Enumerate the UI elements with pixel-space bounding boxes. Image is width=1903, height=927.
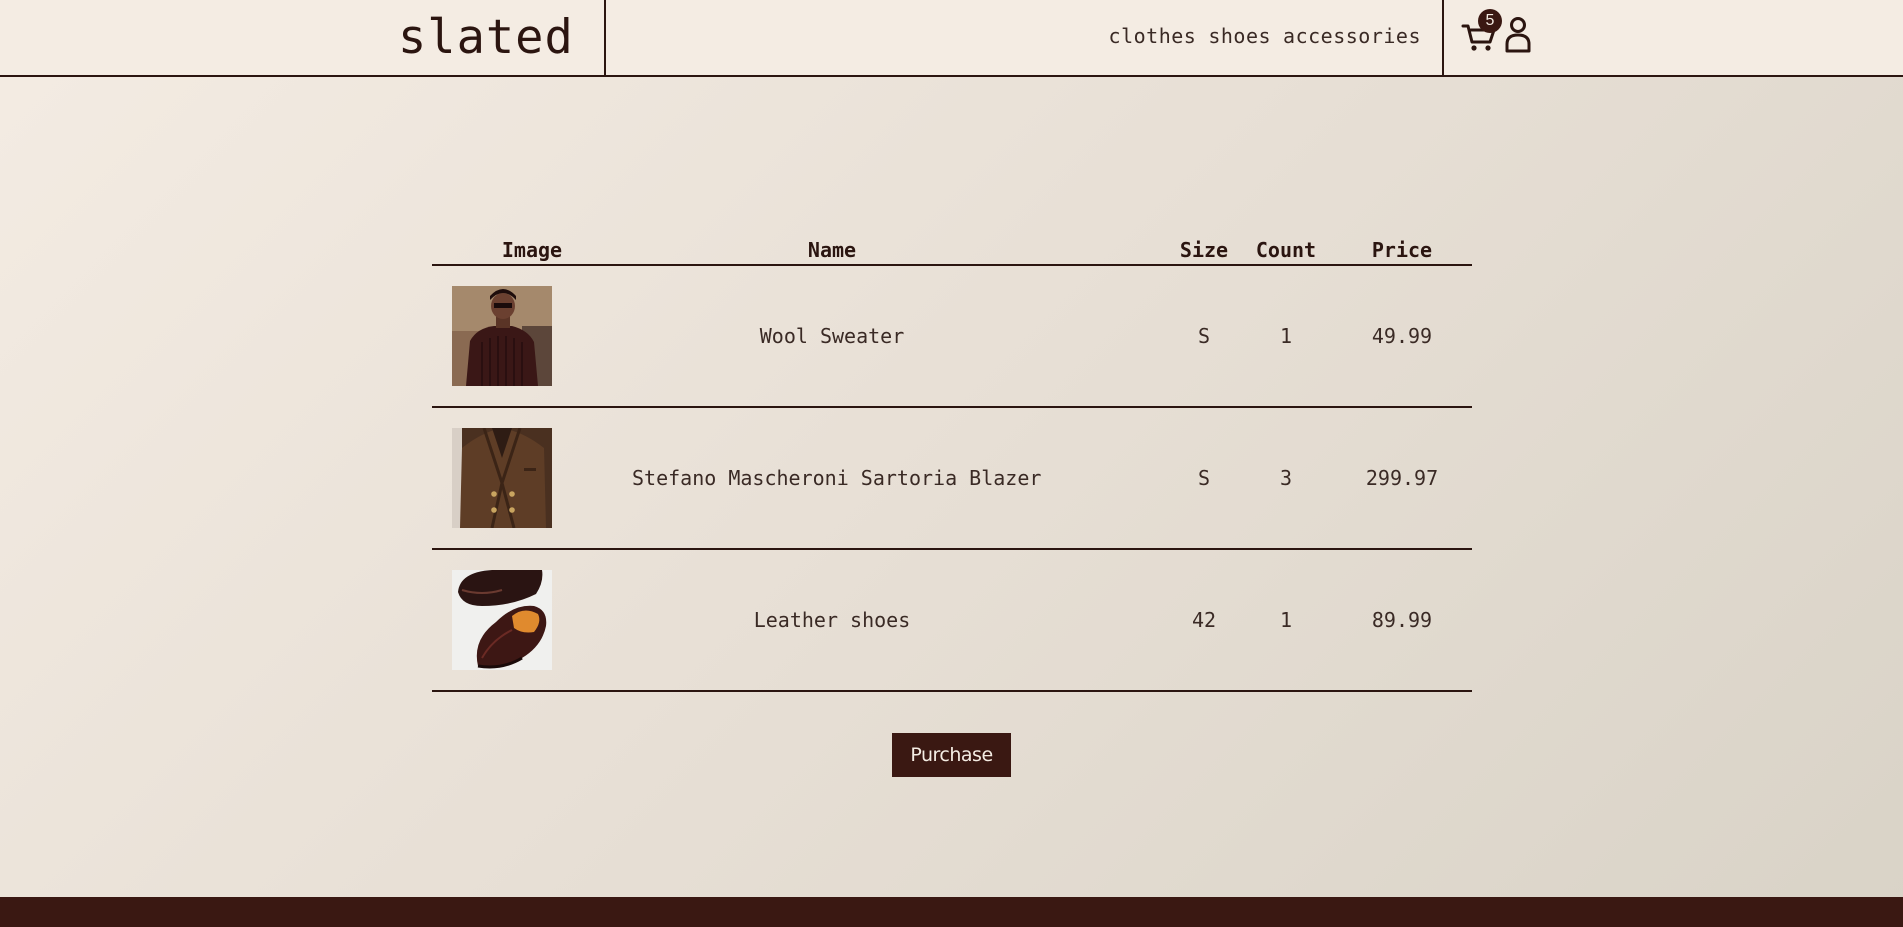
column-header-price: Price xyxy=(1371,238,1433,262)
cart-table: Image Name Size Count Price Wool Sweater… xyxy=(432,236,1472,692)
table-row: Wool Sweater S 1 49.99 xyxy=(432,266,1472,408)
sweater-photo[interactable] xyxy=(452,286,552,386)
item-name: Leather shoes xyxy=(753,608,911,632)
item-size: S xyxy=(1197,466,1211,490)
item-count: 1 xyxy=(1279,324,1293,348)
column-header-size: Size xyxy=(1179,238,1229,262)
site-footer xyxy=(0,897,1903,927)
table-header-row: Image Name Size Count Price xyxy=(432,236,1472,266)
column-header-name: Name xyxy=(807,238,857,262)
purchase-button[interactable]: Purchase xyxy=(892,733,1011,777)
column-header-image: Image xyxy=(501,238,563,262)
nav-link-accessories[interactable]: accessories xyxy=(1283,24,1421,48)
blazer-photo[interactable] xyxy=(452,428,552,528)
item-count: 1 xyxy=(1279,608,1293,632)
table-row: Leather shoes 42 1 89.99 xyxy=(432,550,1472,692)
item-name: Wool Sweater xyxy=(759,324,905,348)
brand-logo[interactable]: slated xyxy=(398,8,574,68)
item-size: S xyxy=(1197,324,1211,348)
site-header: slated clothes shoes accessories 5 xyxy=(0,0,1903,77)
header-divider xyxy=(604,0,606,75)
table-row: Stefano Mascheroni Sartoria Blazer S 3 2… xyxy=(432,408,1472,550)
nav-link-clothes[interactable]: clothes xyxy=(1109,24,1197,48)
item-count: 3 xyxy=(1279,466,1293,490)
item-size: 42 xyxy=(1191,608,1217,632)
nav-link-shoes[interactable]: shoes xyxy=(1208,24,1271,48)
item-price: 89.99 xyxy=(1371,608,1433,632)
main-nav: clothes shoes accessories xyxy=(1109,24,1421,48)
item-price: 299.97 xyxy=(1365,466,1439,490)
item-name: Stefano Mascheroni Sartoria Blazer xyxy=(632,466,1042,490)
shoes-photo[interactable] xyxy=(452,570,552,670)
item-price: 49.99 xyxy=(1371,324,1433,348)
header-divider xyxy=(1442,0,1444,75)
user-icon[interactable] xyxy=(1503,14,1533,54)
column-header-count: Count xyxy=(1255,238,1317,262)
cart-count-badge: 5 xyxy=(1478,9,1502,33)
